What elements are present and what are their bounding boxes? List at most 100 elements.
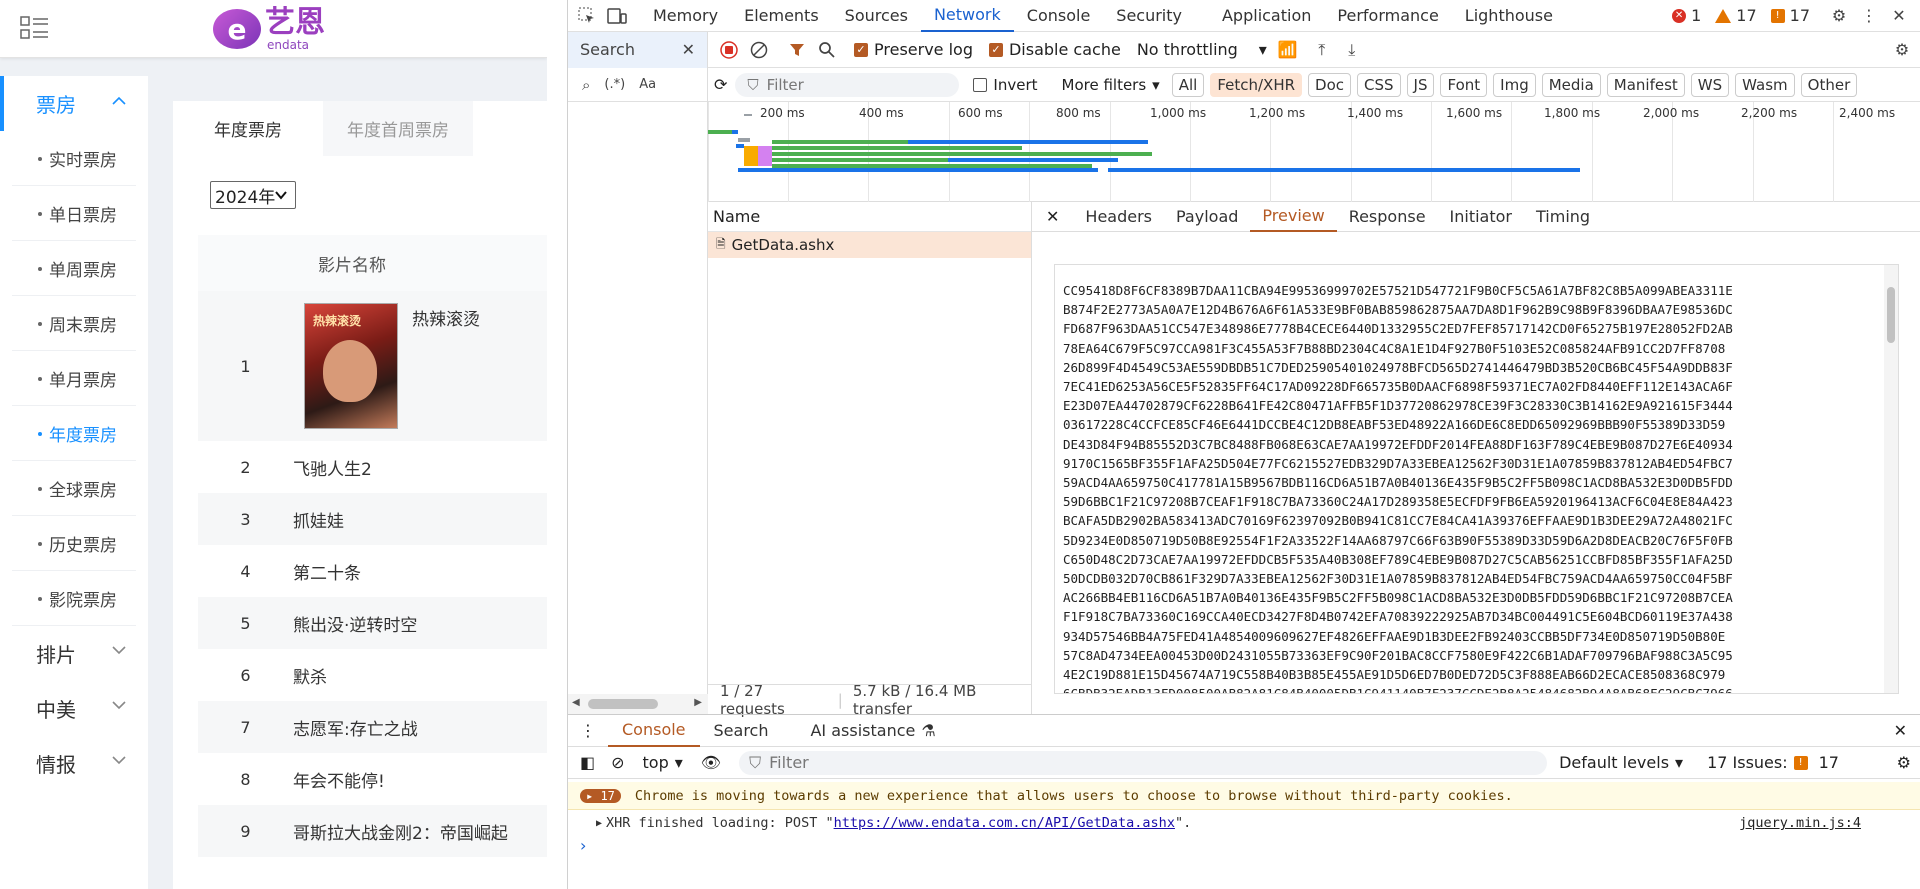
error-count[interactable]: ✕ 1	[1672, 6, 1701, 25]
record-stop-icon[interactable]	[714, 35, 744, 65]
tab-drawer-ai-assistance[interactable]: AI assistance ⚗	[796, 715, 949, 747]
close-icon[interactable]: ✕	[682, 40, 695, 59]
logo[interactable]: e 艺恩 endata	[213, 4, 325, 54]
tab-timing[interactable]: Timing	[1524, 202, 1602, 232]
clear-icon[interactable]	[744, 35, 774, 65]
default-levels-select[interactable]: Default levels ▾	[1559, 753, 1683, 772]
filter-all[interactable]: All	[1171, 72, 1205, 97]
filter-font[interactable]: Font	[1440, 72, 1488, 97]
issues-count[interactable]: ! 17	[1770, 6, 1810, 25]
tab-security[interactable]: Security	[1103, 0, 1195, 32]
table-row[interactable]: 1 热辣滚烫 热辣滚烫	[198, 291, 547, 441]
tab-memory[interactable]: Memory	[640, 0, 731, 32]
network-conditions-icon[interactable]: 📶	[1273, 35, 1303, 65]
throttling-select[interactable]: No throttling ▾	[1137, 40, 1267, 59]
tab-drawer-search[interactable]: Search	[700, 715, 783, 747]
tab-network[interactable]: Network	[920, 0, 1014, 32]
xhr-url-link[interactable]: https://www.endata.com.cn/API/GetData.as…	[834, 815, 1175, 831]
table-row[interactable]: 2 飞驰人生2	[198, 441, 547, 493]
source-link[interactable]: jquery.min.js:4	[1739, 815, 1861, 831]
inspect-icon[interactable]	[572, 1, 602, 31]
table-row[interactable]: 8 年会不能停!	[198, 753, 547, 805]
filter-css[interactable]: CSS	[1357, 72, 1401, 97]
filter-fetch-xhr[interactable]: Fetch/XHR	[1210, 72, 1303, 97]
horizontal-scrollbar[interactable]: ◀ ▶	[568, 694, 708, 714]
console-prompt[interactable]: ›	[568, 836, 1920, 862]
download-icon[interactable]: ⤓	[1337, 35, 1367, 65]
preserve-log-checkbox[interactable]: ✓ Preserve log	[854, 40, 973, 59]
tab-yearly[interactable]: 年度票房	[173, 101, 323, 156]
vertical-scrollbar[interactable]	[1884, 265, 1898, 693]
sidebar-item-global[interactable]: 全球票房	[12, 461, 136, 516]
tab-console[interactable]: Console	[1014, 0, 1104, 32]
filter-js[interactable]: JS	[1406, 72, 1435, 97]
gear-icon[interactable]: ⚙	[1824, 1, 1854, 31]
close-icon[interactable]: ✕	[1884, 1, 1914, 31]
table-row[interactable]: 6 默杀	[198, 649, 547, 701]
upload-icon[interactable]: ⤒	[1307, 35, 1337, 65]
table-row[interactable]: 4 第二十条	[198, 545, 547, 597]
more-vert-icon[interactable]: ⋮	[1854, 1, 1884, 31]
tab-response[interactable]: Response	[1337, 202, 1438, 232]
tab-drawer-console[interactable]: Console	[608, 715, 700, 747]
request-row[interactable]: 🗎 GetData.ashx	[708, 232, 1031, 258]
console-xhr-message[interactable]: ▶ XHR finished loading: POST " https://ww…	[568, 810, 1920, 836]
close-icon[interactable]: ✕	[1032, 207, 1073, 226]
sidebar-item-cinema[interactable]: 影院票房	[12, 571, 136, 626]
filter-wasm[interactable]: Wasm	[1735, 72, 1795, 97]
close-icon[interactable]: ✕	[1880, 721, 1920, 740]
eye-icon[interactable]: 👁	[701, 753, 721, 772]
tab-initiator[interactable]: Initiator	[1438, 202, 1524, 232]
issues-link[interactable]: 17 Issues:! 17	[1707, 753, 1839, 772]
sidebar-item-realtime[interactable]: 实时票房	[12, 131, 136, 186]
tab-preview[interactable]: Preview	[1250, 202, 1337, 232]
filter-manifest[interactable]: Manifest	[1606, 72, 1685, 97]
sidebar-group-intel[interactable]: 情报	[0, 736, 148, 791]
disable-cache-checkbox[interactable]: ✓ Disable cache	[988, 40, 1121, 59]
tab-headers[interactable]: Headers	[1073, 202, 1164, 232]
more-vert-icon[interactable]: ⋮	[568, 721, 608, 740]
movie-title[interactable]: 热辣滚烫	[412, 305, 480, 330]
filter-media[interactable]: Media	[1541, 72, 1601, 97]
table-row[interactable]: 7 志愿军:存亡之战	[198, 701, 547, 753]
tab-elements[interactable]: Elements	[731, 0, 832, 32]
table-row[interactable]: 3 抓娃娃	[198, 493, 547, 545]
sidebar-item-weekly[interactable]: 单周票房	[12, 241, 136, 296]
table-row[interactable]: 5 熊出没·逆转时空	[198, 597, 547, 649]
device-toolbar-icon[interactable]	[602, 1, 632, 31]
case-toggle[interactable]: Aa	[639, 77, 656, 92]
sidebar-group-cn-us[interactable]: 中美	[0, 681, 148, 736]
tab-lighthouse[interactable]: Lighthouse	[1452, 0, 1566, 32]
sidebar-group-schedule[interactable]: 排片	[0, 626, 148, 681]
more-filters-dropdown[interactable]: More filters ▾	[1062, 76, 1160, 94]
tab-sources[interactable]: Sources	[832, 0, 921, 32]
filter-ws[interactable]: WS	[1690, 72, 1730, 97]
movie-poster[interactable]: 热辣滚烫	[304, 303, 398, 429]
sidebar-item-yearly[interactable]: 年度票房	[12, 406, 136, 461]
filter-doc[interactable]: Doc	[1308, 72, 1351, 97]
filter-img[interactable]: Img	[1493, 72, 1536, 97]
refresh-icon[interactable]: ⟳	[714, 75, 727, 94]
gear-icon[interactable]: ⚙	[1887, 753, 1920, 772]
column-name-header[interactable]: Name	[708, 202, 1031, 232]
tab-payload[interactable]: Payload	[1164, 202, 1250, 232]
sidebar-item-monthly[interactable]: 单月票房	[12, 351, 136, 406]
invert-checkbox[interactable]: Invert	[973, 76, 1038, 94]
menu-icon[interactable]	[20, 14, 50, 42]
console-filter-input[interactable]: ⛉ Filter	[739, 750, 1548, 775]
filter-icon[interactable]	[782, 35, 812, 65]
sidebar-group-boxoffice[interactable]: 票房	[0, 76, 148, 131]
console-warning-message[interactable]: ▸ 17 Chrome is moving towards a new expe…	[568, 782, 1920, 810]
tab-yearly-first-week[interactable]: 年度首周票房	[323, 101, 473, 156]
network-filter-input[interactable]: ⛉ Filter	[735, 72, 960, 97]
clear-icon[interactable]: ⊘	[603, 753, 632, 772]
sidebar-toggle-icon[interactable]: ◧	[568, 753, 603, 772]
tab-application[interactable]: Application	[1209, 0, 1324, 32]
search-icon[interactable]	[812, 35, 842, 65]
search-icon[interactable]: ⌕	[582, 76, 590, 94]
expand-icon[interactable]: ▶	[596, 818, 602, 829]
sidebar-item-history[interactable]: 历史票房	[12, 516, 136, 571]
context-select[interactable]: top ▾	[643, 753, 683, 772]
response-preview[interactable]: CC95418D8F6CF8389B7DAA11CBA94E9953699970…	[1054, 264, 1899, 694]
tab-performance[interactable]: Performance	[1324, 0, 1451, 32]
